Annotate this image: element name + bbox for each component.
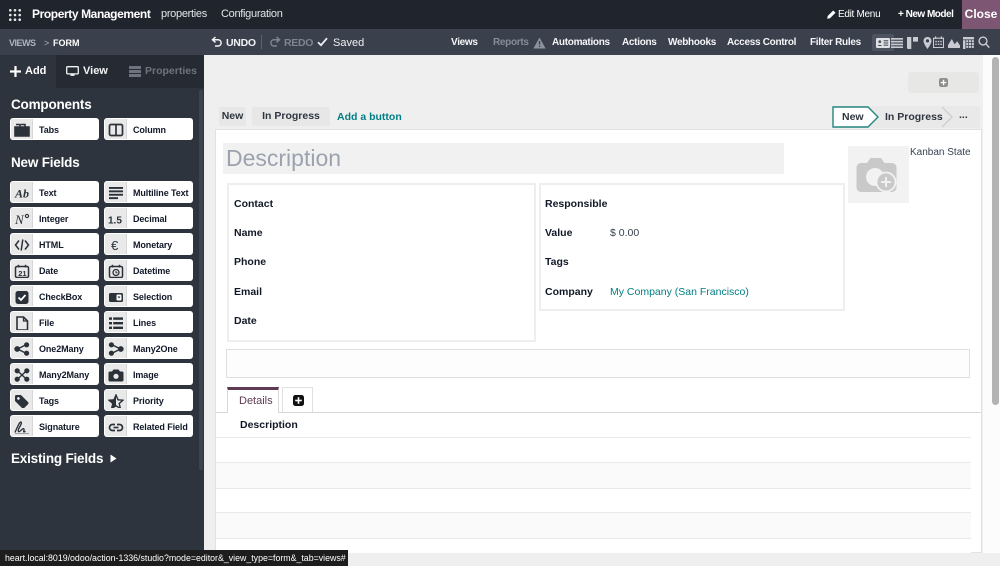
svg-text:N: N [14, 212, 25, 226]
svg-text:Ab: Ab [14, 187, 29, 201]
svg-text:1.5: 1.5 [108, 216, 122, 227]
svg-text:€: € [111, 238, 119, 252]
svg-text:21: 21 [18, 269, 26, 278]
